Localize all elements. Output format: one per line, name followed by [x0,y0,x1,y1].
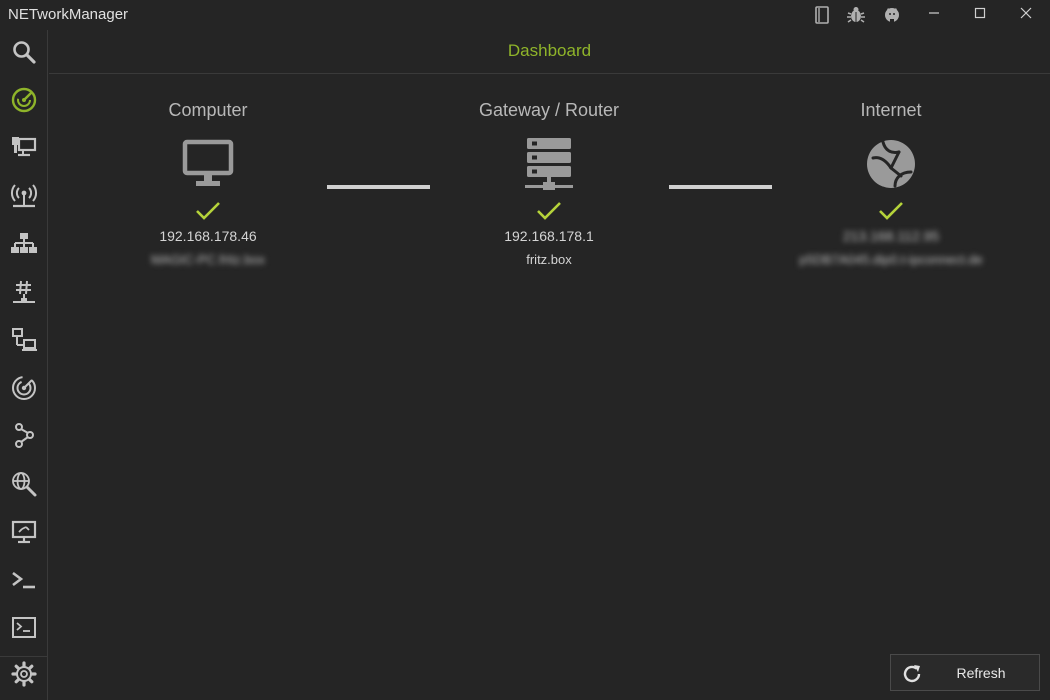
speedometer-icon [10,86,38,119]
graph-icon [10,422,38,455]
search-icon [11,39,37,70]
computer-ip: 192.168.178.46 [159,228,257,244]
globe-icon [761,134,1021,194]
radar-icon [10,374,38,407]
computer-node: Computer 192.168.178.46 MAGIC-PC.fritz.b… [78,100,338,272]
sidebar-item-search[interactable] [0,30,48,78]
close-button[interactable] [1003,0,1049,30]
minimize-icon [928,6,940,24]
refresh-label: Refresh [956,665,1006,681]
sidebar-item-dashboard[interactable] [0,78,48,126]
gateway-ip: 192.168.178.1 [504,228,594,244]
network-interface-icon [10,135,38,166]
maximize-button[interactable] [957,0,1003,30]
monitor-icon [78,134,338,194]
sidebar-item-ip-scanner[interactable] [0,222,48,270]
close-icon [1020,6,1032,24]
maximize-icon [974,6,986,24]
refresh-button[interactable]: Refresh [890,654,1040,691]
sidebar-item-powershell[interactable] [0,558,48,606]
check-icon [419,196,679,226]
computer-hostname: MAGIC-PC.fritz.box [150,252,266,267]
web-search-icon [10,470,38,503]
internet-node: Internet 213.168.112.95 p5DB7A045.dip0.t… [761,100,1021,272]
sidebar-item-remote-desktop[interactable] [0,318,48,366]
internet-title: Internet [860,100,922,120]
refresh-icon [901,663,923,685]
sidebar-item-radar[interactable] [0,366,48,414]
gateway-title: Gateway / Router [478,100,620,120]
computer-title: Computer [168,100,248,120]
github-icon[interactable] [880,4,904,26]
gear-icon [11,660,37,692]
title-bar: NETworkManager [0,0,1050,30]
server-network-icon [419,134,679,194]
bug-icon[interactable] [844,4,868,26]
sidebar-item-port-scanner[interactable] [0,270,48,318]
sidebar-item-network-interface[interactable] [0,126,48,174]
gateway-hostname: fritz.box [526,252,572,267]
minimize-button[interactable] [911,0,957,30]
sidebar [0,30,48,700]
hash-network-icon [10,278,38,311]
sidebar-item-remote-screen[interactable] [0,510,48,558]
app-title: NETworkManager [8,6,129,23]
connector-gateway-internet [669,185,772,189]
sidebar-item-settings[interactable] [0,652,48,700]
internet-hostname: p5DB7A045.dip0.t-ipconnect.de [799,252,983,267]
page-title: Dashboard [507,41,592,60]
check-icon [78,196,338,226]
check-icon [761,196,1021,226]
gateway-node: Gateway / Router 192.168.178.1 fritz.box [419,100,679,272]
sidebar-item-dns-lookup[interactable] [0,462,48,510]
page-header: Dashboard [49,30,1050,74]
connector-computer-gateway [327,185,430,189]
wifi-antenna-icon [10,182,38,215]
sidebar-item-terminal[interactable] [0,606,48,654]
sitemap-icon [10,231,38,262]
monitor-remote-icon [10,518,38,551]
sidebar-item-wifi[interactable] [0,174,48,222]
book-icon[interactable] [810,4,834,26]
lan-connect-icon [10,326,38,359]
console-prompt-icon [10,566,38,599]
terminal-icon [10,614,38,647]
sidebar-item-traceroute[interactable] [0,414,48,462]
internet-ip: 213.168.112.95 [842,228,940,244]
